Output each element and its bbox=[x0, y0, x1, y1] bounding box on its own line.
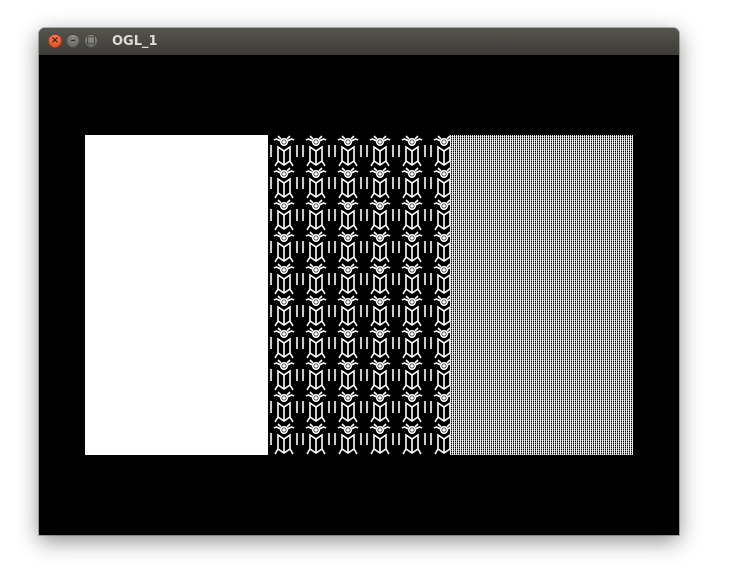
opengl-canvas[interactable] bbox=[39, 55, 679, 535]
title-bar[interactable]: × – □ OGL_1 bbox=[39, 28, 679, 56]
close-button[interactable]: × bbox=[48, 34, 62, 48]
close-icon: × bbox=[50, 35, 60, 46]
minimize-button[interactable]: – bbox=[66, 34, 80, 48]
window-title: OGL_1 bbox=[112, 34, 158, 49]
minimize-icon: – bbox=[70, 35, 76, 46]
maximize-icon: □ bbox=[86, 35, 96, 46]
bug-pattern-quad bbox=[268, 135, 450, 455]
bug-stipple-pattern bbox=[268, 135, 450, 455]
maximize-button[interactable]: □ bbox=[84, 34, 98, 48]
fine-stipple-quad bbox=[450, 135, 633, 455]
app-window: × – □ OGL_1 bbox=[39, 28, 679, 535]
solid-white-quad bbox=[85, 135, 268, 455]
